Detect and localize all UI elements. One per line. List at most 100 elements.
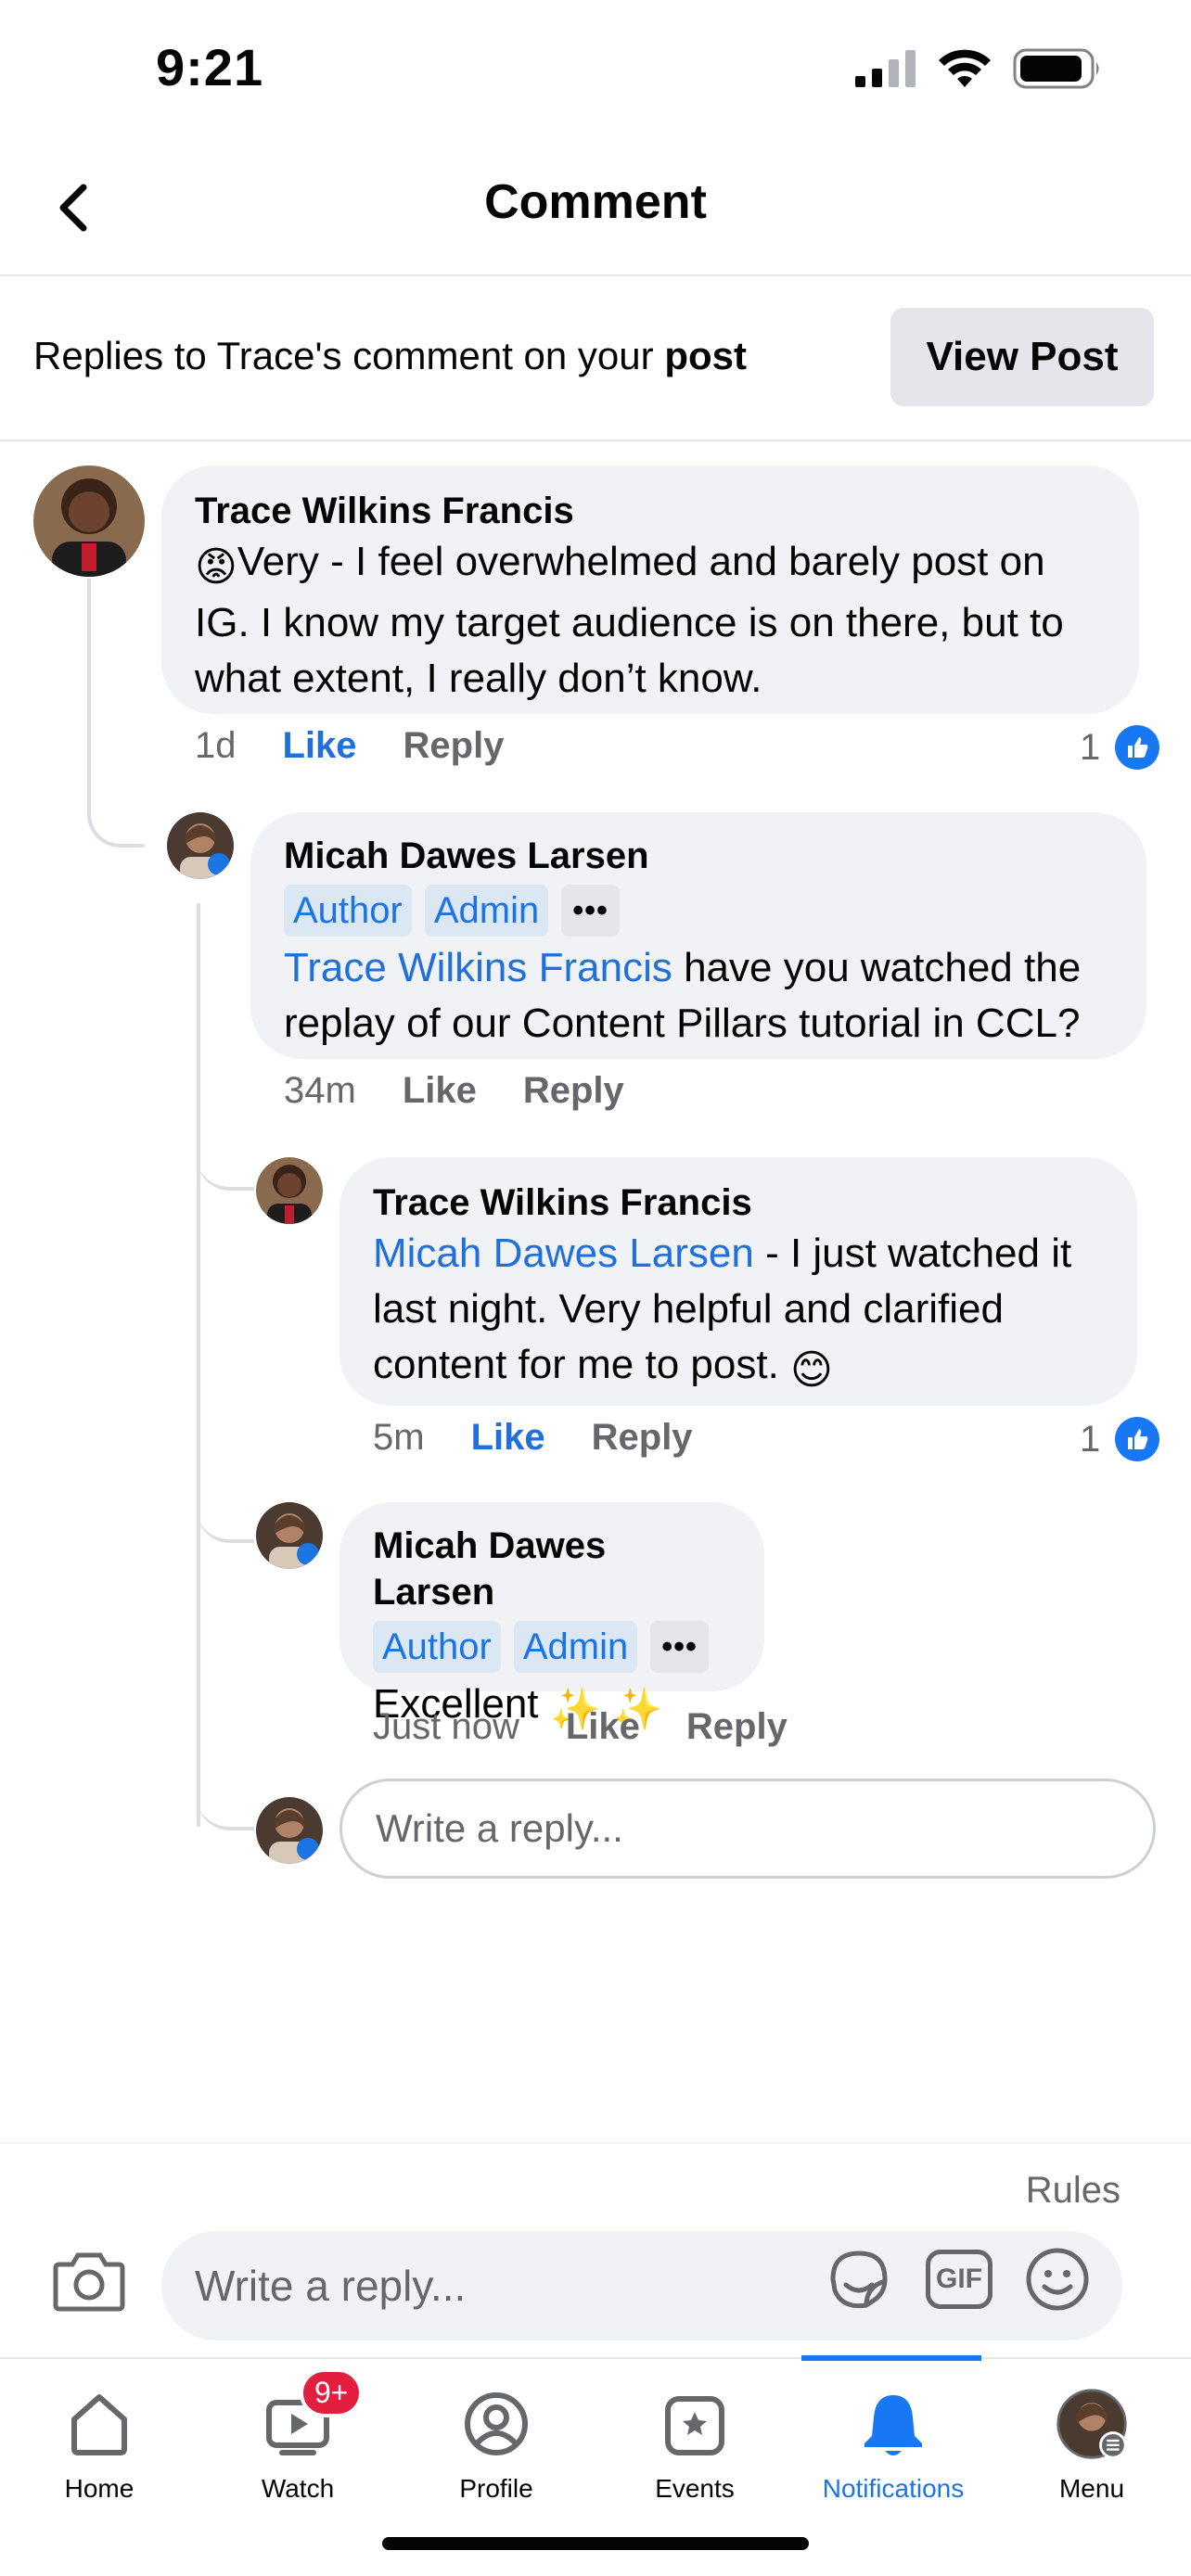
replies-info-post: post bbox=[664, 334, 747, 377]
angry-emoji-icon: 😡 bbox=[195, 544, 237, 590]
emoji-icon[interactable] bbox=[1024, 2246, 1091, 2313]
camera-button[interactable] bbox=[52, 2248, 126, 2322]
avatar-photo-icon bbox=[256, 1797, 323, 1864]
reaction-count[interactable]: 1 bbox=[1080, 1417, 1160, 1461]
more-badges-button[interactable]: ••• bbox=[650, 1621, 709, 1673]
camera-icon bbox=[53, 2252, 125, 2312]
more-badges-button[interactable]: ••• bbox=[561, 885, 620, 937]
comment-text: 😡Very - I feel overwhelmed and barely po… bbox=[195, 534, 1106, 707]
comment-body: Very - I feel overwhelmed and barely pos… bbox=[195, 539, 1064, 701]
reply-input[interactable]: Write a reply... GIF bbox=[161, 2231, 1122, 2340]
comment-author[interactable]: Micah Dawes Larsen bbox=[373, 1523, 731, 1615]
tab-label: Notifications bbox=[822, 2474, 965, 2503]
tab-watch[interactable]: 9+ Watch bbox=[198, 2368, 397, 2504]
avatar[interactable] bbox=[256, 1157, 323, 1224]
notification-badge: 9+ bbox=[300, 2368, 364, 2417]
rules-link[interactable]: Rules bbox=[1026, 2170, 1121, 2212]
comment-time: 1d bbox=[195, 725, 237, 766]
admin-badge: Admin bbox=[513, 1621, 638, 1673]
avatar[interactable] bbox=[33, 465, 145, 577]
menu-avatar-icon bbox=[1055, 2387, 1129, 2461]
status-time: 9:21 bbox=[156, 38, 264, 96]
tab-menu[interactable]: Menu bbox=[992, 2387, 1191, 2504]
avatar bbox=[256, 1797, 323, 1864]
inline-reply-input[interactable]: Write a reply... bbox=[339, 1779, 1156, 1879]
author-badge: Author bbox=[373, 1621, 501, 1673]
home-indicator bbox=[382, 2537, 809, 2550]
like-button[interactable]: Like bbox=[283, 725, 357, 767]
watch-icon: 9+ bbox=[261, 2368, 364, 2461]
comment-time: Just now bbox=[373, 1706, 519, 1747]
avatar-photo-icon bbox=[167, 812, 234, 879]
composer-tools: GIF bbox=[824, 2244, 1091, 2315]
status-icons bbox=[855, 48, 1102, 89]
gif-button[interactable]: GIF bbox=[926, 2250, 992, 2309]
home-icon bbox=[62, 2387, 136, 2461]
reaction-count-value: 1 bbox=[1080, 726, 1101, 768]
active-tab-indicator bbox=[801, 2355, 981, 2361]
reaction-count-value: 1 bbox=[1080, 1418, 1101, 1460]
like-button[interactable]: Like bbox=[471, 1417, 545, 1459]
avatar-photo-icon bbox=[33, 465, 145, 577]
reply-button[interactable]: Reply bbox=[592, 1417, 693, 1459]
comment-actions: 5m Like Reply bbox=[373, 1417, 693, 1459]
tab-label: Menu bbox=[1058, 2474, 1125, 2503]
view-post-button[interactable]: View Post bbox=[890, 308, 1154, 406]
mention-link[interactable]: Trace Wilkins Francis bbox=[284, 945, 672, 990]
comment-actions: 1d Like Reply bbox=[195, 725, 504, 767]
profile-icon bbox=[459, 2387, 533, 2461]
mention-link[interactable]: Micah Dawes Larsen bbox=[373, 1231, 754, 1276]
comment-time: 34m bbox=[284, 1070, 356, 1111]
replies-info-text: Replies to Trace's comment on your post bbox=[33, 334, 747, 378]
comment-text: Micah Dawes Larsen - I just watched it l… bbox=[373, 1226, 1104, 1398]
comment-actions: Just now Like Reply bbox=[373, 1706, 788, 1748]
thread-connector bbox=[197, 1502, 254, 1543]
replies-info-bar: Replies to Trace's comment on your post … bbox=[0, 276, 1191, 441]
thread-connector bbox=[87, 579, 145, 848]
tab-label: Events bbox=[655, 2474, 735, 2503]
avatar[interactable] bbox=[167, 812, 234, 879]
thread-connector bbox=[197, 903, 200, 1827]
reply-composer: Rules Write a reply... GIF bbox=[0, 2142, 1191, 2357]
replies-info-prefix: Replies to Trace's comment on your bbox=[33, 334, 665, 377]
nav-header: Comment bbox=[0, 139, 1191, 276]
comment-text: Trace Wilkins Francis have you watched t… bbox=[284, 940, 1113, 1052]
sticker-icon[interactable] bbox=[824, 2244, 894, 2315]
comment-bubble[interactable]: Trace Wilkins Francis Micah Dawes Larsen… bbox=[339, 1157, 1137, 1406]
comment-time: 5m bbox=[373, 1417, 425, 1458]
role-badges: Author Admin ••• bbox=[284, 885, 1113, 937]
thread-connector bbox=[197, 1150, 254, 1191]
role-badges: Author Admin ••• bbox=[373, 1621, 731, 1673]
reply-button[interactable]: Reply bbox=[686, 1706, 788, 1748]
avatar[interactable] bbox=[256, 1502, 323, 1569]
avatar-photo-icon bbox=[256, 1502, 323, 1569]
tab-notifications[interactable]: Notifications bbox=[794, 2387, 992, 2504]
tab-home[interactable]: Home bbox=[0, 2387, 198, 2504]
comment-bubble[interactable]: Micah Dawes Larsen Author Admin ••• Trac… bbox=[250, 812, 1146, 1059]
comment-author[interactable]: Trace Wilkins Francis bbox=[373, 1180, 1104, 1226]
gif-label: GIF bbox=[936, 2264, 982, 2294]
tab-profile[interactable]: Profile bbox=[397, 2387, 596, 2504]
wifi-icon bbox=[939, 49, 991, 87]
tab-label: Profile bbox=[459, 2474, 533, 2503]
cellular-signal-icon bbox=[855, 50, 916, 87]
comment-bubble[interactable]: Micah Dawes Larsen Author Admin ••• Exce… bbox=[339, 1502, 764, 1732]
comment-bubble[interactable]: Trace Wilkins Francis 😡Very - I feel ove… bbox=[161, 465, 1139, 714]
avatar-photo-icon bbox=[256, 1157, 323, 1224]
comment-actions: 34m Like Reply bbox=[284, 1070, 624, 1112]
reply-input-placeholder: Write a reply... bbox=[195, 2262, 467, 2310]
like-button[interactable]: Like bbox=[403, 1070, 477, 1112]
comment-author[interactable]: Micah Dawes Larsen bbox=[284, 833, 1113, 879]
thread-connector bbox=[197, 1790, 254, 1830]
reply-button[interactable]: Reply bbox=[403, 725, 505, 767]
status-bar: 9:21 bbox=[0, 0, 1191, 139]
reaction-count[interactable]: 1 bbox=[1080, 725, 1160, 770]
reply-button[interactable]: Reply bbox=[523, 1070, 624, 1112]
like-button[interactable]: Like bbox=[566, 1706, 640, 1748]
events-icon bbox=[658, 2387, 732, 2461]
author-badge: Author bbox=[284, 885, 412, 937]
comment-author[interactable]: Trace Wilkins Francis bbox=[195, 488, 1106, 534]
smile-emoji-icon: 😊 bbox=[790, 1347, 833, 1393]
tab-events[interactable]: Events bbox=[596, 2387, 794, 2504]
thumbs-up-icon bbox=[1115, 725, 1160, 770]
